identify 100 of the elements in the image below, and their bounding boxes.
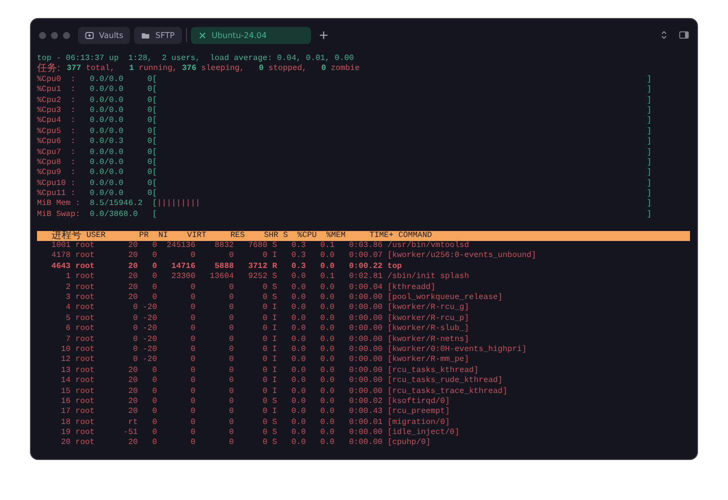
meter-bracket: 0[	[147, 189, 157, 199]
table-cell-text: 20	[127, 396, 138, 408]
table-cell-text: 0.0	[290, 438, 306, 449]
table-cell-text: 0.0	[319, 303, 335, 314]
table-cell-text: 0	[132, 355, 138, 366]
meter-bracket: 0[	[147, 106, 157, 116]
meter-bracket: ]	[646, 106, 652, 116]
table-cell-text: 0	[190, 428, 196, 438]
table-cell-text: 1	[64, 272, 71, 283]
table-cell-text: 4643	[50, 262, 71, 272]
table-cell-text: [migration/0]	[386, 418, 450, 428]
table-cell-text: root	[74, 428, 96, 438]
table-cell-text: 0	[151, 438, 157, 449]
table-cell-text: -20	[142, 355, 157, 366]
table-cell-text: 0.0	[290, 366, 306, 376]
table-cell-text: 14	[60, 376, 71, 386]
table-cell-text: 0.0	[319, 418, 335, 428]
column-header: COMMAND	[397, 230, 432, 241]
table-cell-text: 0:02.81	[348, 272, 383, 283]
new-tab-button[interactable]: +	[314, 28, 333, 42]
table-cell-text: 0	[151, 386, 157, 397]
table-cell-text: 0:00.00	[348, 376, 383, 386]
table-cell-text: S	[271, 241, 277, 252]
meter-label: %Cpu0 :	[37, 74, 76, 86]
meter-value: 0.0/0.0	[90, 85, 124, 96]
table-cell-text: 0.0	[290, 282, 306, 293]
table-cell-text: S	[271, 418, 277, 428]
table-cell-text: 0	[262, 428, 268, 438]
table-cell-text: top	[386, 262, 402, 272]
table-cell-text: 0:00.00	[348, 324, 383, 335]
table-cell-text: S	[271, 282, 277, 293]
table-cell-text: 0.0	[290, 344, 306, 356]
table-cell-text: /usr/bin/vmtoolsd	[386, 241, 470, 251]
table-cell-text: 20	[127, 241, 138, 252]
table-cell-text: 0	[262, 282, 268, 293]
table-cell-text: 0	[190, 376, 196, 386]
table-cell-text: 20	[127, 272, 138, 283]
folder-icon	[141, 30, 150, 40]
table-cell-text: 10	[60, 344, 71, 356]
meter-value: 0.0/0.0	[90, 189, 124, 199]
table-cell-text: root	[74, 324, 96, 335]
meter-label: %Cpu1 :	[37, 85, 76, 96]
table-cell-text: 0	[228, 355, 234, 366]
meter-value: 0.0/0.3	[90, 137, 124, 148]
column-header: S	[282, 230, 288, 242]
table-cell-text: 0	[190, 418, 196, 428]
table-cell-text: 0	[228, 428, 234, 438]
column-header: RES	[229, 230, 245, 242]
table-cell-text: 0	[262, 303, 268, 314]
table-cell-text: 0.0	[319, 251, 335, 262]
table-cell-text: 0.0	[319, 386, 335, 397]
table-cell-text: root	[74, 386, 96, 397]
table-cell-text: 0.0	[290, 324, 306, 335]
column-header: VIRT	[186, 230, 206, 242]
table-cell-text: 7680	[247, 241, 268, 252]
table-cell-text: 1001	[50, 241, 71, 252]
table-cell-text: 0	[190, 282, 196, 293]
table-cell-text: 0.0	[319, 262, 335, 272]
table-cell-text: 0:00.00	[348, 292, 383, 304]
close-icon[interactable]	[198, 30, 207, 40]
table-cell-text: 0.0	[290, 272, 306, 283]
meter-label: %Cpu9 :	[37, 168, 76, 179]
chevron-up-down-icon[interactable]	[659, 30, 669, 40]
table-cell-text: 0	[262, 355, 268, 366]
meter-bracket: 0[	[147, 126, 157, 137]
table-cell-text: 0.0	[290, 396, 306, 408]
table-cell-text: 0:00.43	[348, 407, 383, 418]
table-cell-text: 12	[60, 355, 71, 366]
table-cell-text: 20	[127, 386, 138, 397]
table-cell-text: 0	[228, 303, 234, 314]
meter-bracket: ]	[646, 199, 652, 210]
table-cell-text: 0	[190, 386, 196, 397]
meter-bracket: ]	[646, 74, 652, 85]
table-cell-text: 20	[127, 366, 138, 376]
table-cell-text: 0	[190, 355, 196, 366]
table-cell-text: 0	[151, 428, 157, 438]
table-cell-text: 0	[228, 376, 234, 386]
panel-icon[interactable]	[679, 30, 689, 40]
table-cell-text: 0	[190, 303, 196, 314]
table-cell-text: root	[74, 282, 96, 293]
table-cell-text: 0	[228, 292, 234, 304]
meter-value: 0.0/3868.0	[90, 210, 139, 220]
table-cell-text: root	[74, 376, 96, 386]
tab[interactable]: Vaults	[78, 26, 130, 44]
table-cell-text: 0.0	[319, 438, 335, 449]
meter-label: %Cpu11 :	[37, 189, 76, 199]
table-cell-text: root	[74, 418, 96, 428]
meter-bracket: 0[	[147, 85, 157, 96]
column-header: 进程号	[50, 230, 82, 242]
table-cell-text: 0	[262, 396, 268, 408]
tab[interactable]: Ubuntu-24.04	[190, 26, 311, 44]
table-cell-text: [rcu_tasks_kthread]	[386, 366, 479, 376]
table-cell-text: 20	[127, 262, 138, 272]
table-cell-text: 0.0	[319, 334, 335, 345]
table-cell-text: 0	[132, 303, 138, 314]
tab[interactable]: SFTP	[134, 26, 182, 44]
table-cell-text: 0	[151, 407, 157, 418]
table-cell-text: 0	[190, 407, 196, 418]
table-cell-text: 20	[127, 407, 138, 418]
table-cell-text: 0	[262, 438, 268, 449]
